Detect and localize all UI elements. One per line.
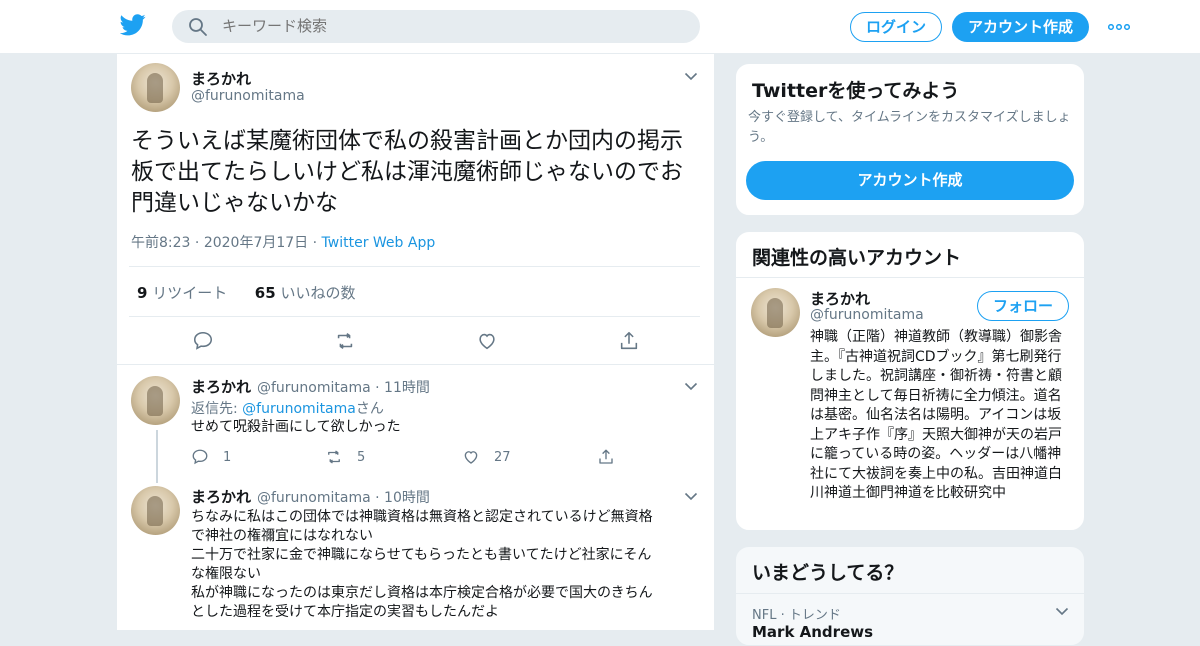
tweet-author-name[interactable]: まろかれ: [191, 68, 251, 89]
signup-card-button[interactable]: アカウント作成: [746, 161, 1074, 200]
reply-text: ちなみに私はこの団体では神職資格は無資格と認定されているけど無資格 で神社の権禰…: [191, 508, 706, 622]
avatar[interactable]: [131, 376, 180, 425]
reply-text-line: とした過程を受けて本庁指定の実習もしたんだよ: [191, 604, 499, 620]
divider: [736, 593, 1084, 594]
reply-author-handle[interactable]: @furunomitama · 10時間: [257, 487, 430, 507]
tweet-time[interactable]: 午前8:23: [131, 235, 190, 251]
retweet-icon: [328, 450, 340, 464]
retweet-stat-label: リツイート: [152, 284, 228, 302]
thread-connector: [156, 430, 158, 483]
reply-timestamp[interactable]: 11時間: [384, 380, 430, 396]
tweet-stats: 9 リツイート 65 いいねの数: [137, 282, 355, 303]
avatar[interactable]: [131, 486, 180, 535]
reply-action[interactable]: 1: [191, 448, 231, 466]
retweet-icon[interactable]: [334, 330, 356, 352]
trend-meta: NFL · トレンド: [752, 608, 841, 623]
trends-card: いまどうしてる？ NFL · トレンド Mark Andrews: [735, 546, 1085, 646]
search-box[interactable]: [172, 10, 700, 43]
share-icon[interactable]: [618, 330, 640, 352]
chevron-down-icon[interactable]: [684, 382, 698, 391]
reply-text-line: 私が神職になったのは東京だし資格は本庁検定合格が必要で国大のきちん: [191, 585, 653, 601]
reply-to-prefix: 返信先:: [191, 401, 243, 417]
search-icon: [189, 18, 207, 36]
avatar[interactable]: [131, 63, 180, 112]
reply-author-name[interactable]: まろかれ: [191, 376, 251, 397]
like-stat-label: いいねの数: [280, 284, 356, 302]
chevron-down-icon[interactable]: [684, 72, 698, 81]
reply-text-line: な権限ない: [191, 566, 261, 582]
reply-author-handle[interactable]: @furunomitama · 11時間: [257, 377, 430, 397]
like-stat[interactable]: 65 いいねの数: [255, 284, 356, 302]
divider: [736, 277, 1084, 278]
retweet-count: 9: [137, 284, 148, 302]
reply-icon: [192, 449, 208, 465]
related-accounts-card: 関連性の高いアカウント まろかれ @furunomitama フォロー 神職（正…: [735, 231, 1085, 531]
follow-button[interactable]: フォロー: [977, 291, 1069, 321]
tweet-text: そういえば某魔術団体で私の殺害計画とか団内の掲示板で出てたらしいけど私は渾沌魔術…: [131, 128, 683, 216]
reply-icon[interactable]: [192, 330, 214, 352]
meta-separator: ·: [190, 235, 204, 251]
related-card-title: 関連性の高いアカウント: [752, 247, 962, 269]
like-count: 27: [494, 449, 511, 465]
tweet-author-handle[interactable]: @furunomitama: [191, 88, 305, 104]
related-account-handle[interactable]: @furunomitama: [810, 307, 924, 323]
reply-text-line: 二十万で社家に金で神職にならせてもらったとも書いてたけど社家にそん: [191, 547, 652, 563]
reply-timestamp[interactable]: 10時間: [384, 490, 430, 506]
reply-text-line: で神社の権禰宜にはなれない: [191, 528, 373, 544]
divider: [129, 316, 700, 317]
tweet-meta: 午前8:23 · 2020年7月17日 · Twitter Web App: [131, 232, 435, 252]
avatar[interactable]: [751, 288, 800, 337]
reply-handle-text: @furunomitama: [257, 490, 371, 506]
reply-count: 1: [223, 449, 232, 465]
reply-to-line: 返信先: @furunomitamaさん: [191, 398, 384, 418]
signup-card: Twitterを使ってみよう 今すぐ登録して、タイムラインをカスタマイズしましょ…: [735, 63, 1085, 216]
like-action[interactable]: 27: [462, 448, 511, 466]
signup-card-subtitle: 今すぐ登録して、タイムラインをカスタマイズしましょう。: [748, 110, 1071, 145]
signup-card-title: Twitterを使ってみよう: [752, 80, 960, 102]
reply-handle-text: @furunomitama: [257, 380, 371, 396]
reply-text: せめて呪殺計画にして欲しかった: [191, 419, 401, 435]
top-bar: ログイン アカウント作成: [0, 0, 1200, 54]
divider: [117, 364, 714, 365]
share-icon[interactable]: [597, 448, 615, 466]
reply-to-suffix: さん: [355, 401, 384, 417]
chevron-down-icon[interactable]: [1055, 607, 1069, 616]
reply-author-name[interactable]: まろかれ: [191, 486, 251, 507]
trends-card-title: いまどうしてる？: [752, 562, 904, 584]
tweet-date[interactable]: 2020年7月17日: [204, 235, 308, 251]
main-column: まろかれ @furunomitama そういえば某魔術団体で私の殺害計画とか団内…: [116, 54, 715, 630]
twitter-bird-icon[interactable]: [120, 14, 146, 36]
like-icon: [464, 451, 478, 464]
related-account-bio: 神職（正階）神道教師（教導職）御影舎主。『古神道祝詞CDブック』第七刷発行しまし…: [810, 329, 1062, 501]
retweet-action[interactable]: 5: [325, 448, 365, 466]
signup-button[interactable]: アカウント作成: [952, 12, 1089, 42]
chevron-down-icon[interactable]: [684, 492, 698, 501]
related-account-name[interactable]: まろかれ: [810, 288, 870, 309]
retweet-count: 5: [357, 449, 366, 465]
trend-name[interactable]: Mark Andrews: [752, 623, 873, 641]
reply-text-line: ちなみに私はこの団体では神職資格は無資格と認定されているけど無資格: [191, 509, 653, 525]
like-count: 65: [254, 284, 276, 302]
like-icon[interactable]: [476, 330, 498, 352]
retweet-stat[interactable]: 9 リツイート: [137, 284, 227, 302]
meta-separator: ·: [308, 235, 322, 251]
search-input[interactable]: [222, 10, 682, 43]
more-options-icon[interactable]: [1108, 24, 1130, 30]
reply-to-link[interactable]: @furunomitama: [242, 401, 356, 417]
tweet-source-link[interactable]: Twitter Web App: [322, 235, 436, 251]
divider: [129, 266, 700, 267]
login-button[interactable]: ログイン: [850, 12, 942, 42]
